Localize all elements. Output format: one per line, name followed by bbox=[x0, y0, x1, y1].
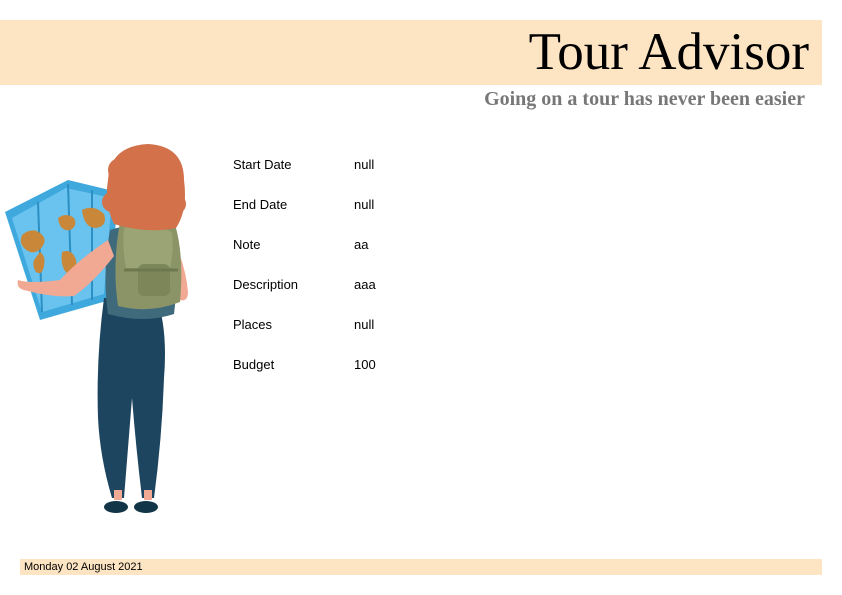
field-value: null bbox=[354, 197, 375, 212]
field-value: 100 bbox=[354, 357, 376, 372]
field-label: Budget bbox=[233, 357, 275, 372]
page-subtitle: Going on a tour has never been easier bbox=[484, 88, 805, 110]
field-value: null bbox=[354, 157, 375, 172]
field-value: aaa bbox=[354, 277, 376, 292]
footer-band: Monday 02 August 2021 bbox=[20, 559, 822, 575]
footer-date: Monday 02 August 2021 bbox=[24, 561, 143, 573]
field-label: Note bbox=[233, 237, 261, 252]
traveler-with-map-icon bbox=[5, 144, 188, 513]
field-label: Places bbox=[233, 317, 273, 332]
field-label: Description bbox=[233, 277, 299, 292]
field-value: null bbox=[354, 317, 375, 332]
page-title: Tour Advisor bbox=[528, 23, 809, 81]
field-label: Start Date bbox=[233, 157, 292, 172]
field-value: aa bbox=[354, 237, 369, 252]
field-label: End Date bbox=[233, 197, 288, 212]
